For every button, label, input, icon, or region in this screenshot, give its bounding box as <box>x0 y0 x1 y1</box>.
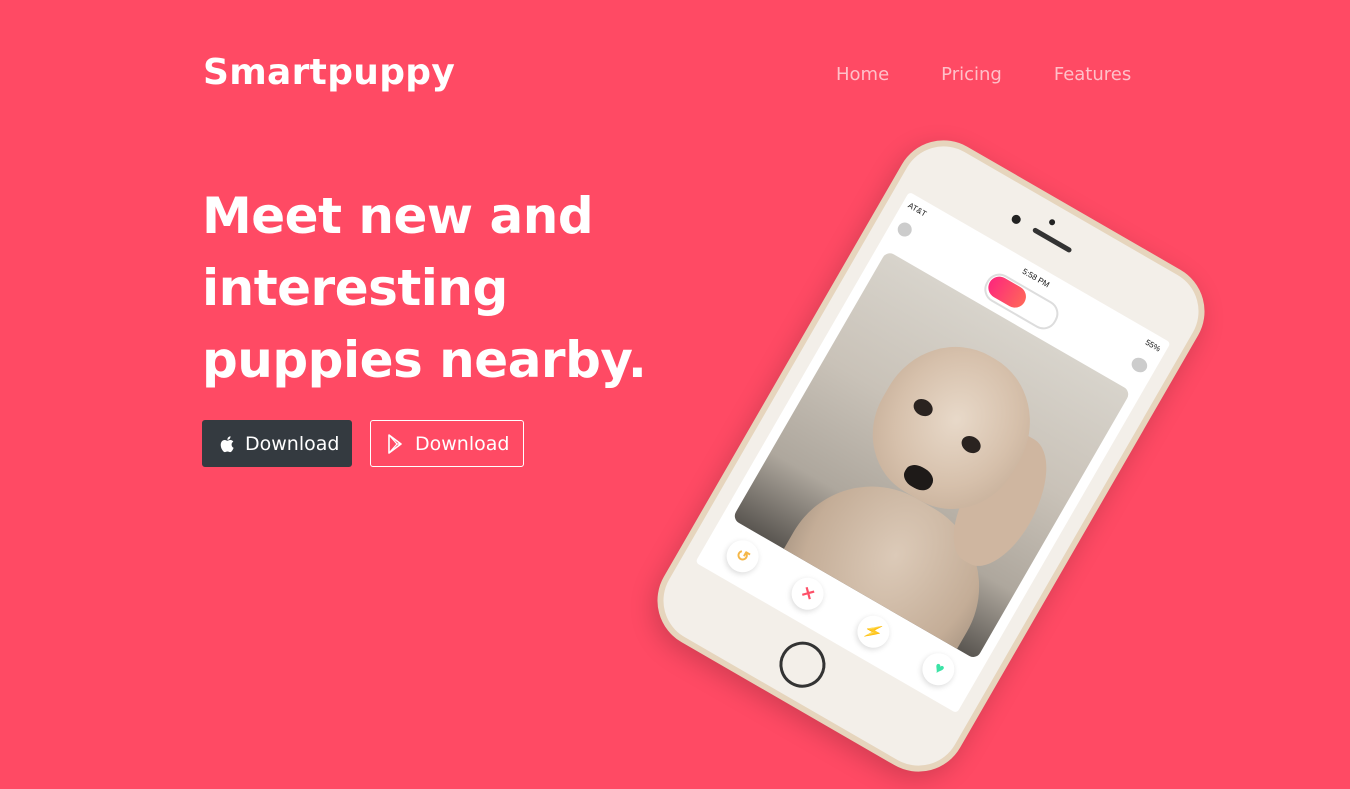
google-play-icon <box>387 433 405 454</box>
phone-screen: AT&T 5:58 PM 55% ↺ ✕ ⚡ ♥ <box>695 191 1171 714</box>
phone-home-button <box>771 633 834 697</box>
main-nav: Home Pricing Features <box>836 64 1131 85</box>
phone-sensor <box>1048 218 1057 227</box>
heart-icon: ♥ <box>916 647 961 692</box>
phone-mockup: AT&T 5:58 PM 55% ↺ ✕ ⚡ ♥ <box>639 122 1223 789</box>
headline-line-3: puppies nearby. <box>202 331 647 389</box>
download-app-store-button[interactable]: Download <box>202 420 352 467</box>
hero-headline: Meet new and interesting puppies nearby. <box>202 180 722 396</box>
apple-icon <box>219 435 235 453</box>
download-google-play-button[interactable]: Download <box>370 420 524 467</box>
phone-speaker <box>1031 226 1073 254</box>
nav-home[interactable]: Home <box>836 64 889 85</box>
nav-pricing[interactable]: Pricing <box>941 64 1002 85</box>
download-app-store-label: Download <box>245 432 340 455</box>
brand-logo[interactable]: Smartpuppy <box>203 52 455 93</box>
status-battery: 55% <box>1143 337 1163 354</box>
nav-features[interactable]: Features <box>1054 64 1131 85</box>
headline-line-1: Meet new and <box>202 187 594 245</box>
download-google-play-label: Download <box>415 432 510 455</box>
chat-icon <box>1128 354 1150 376</box>
rewind-icon: ↺ <box>720 534 765 578</box>
boost-icon: ⚡ <box>851 609 896 654</box>
profile-icon <box>895 219 915 240</box>
close-icon: ✕ <box>785 572 830 616</box>
headline-line-2: interesting <box>202 259 508 317</box>
phone-camera <box>1010 213 1023 226</box>
